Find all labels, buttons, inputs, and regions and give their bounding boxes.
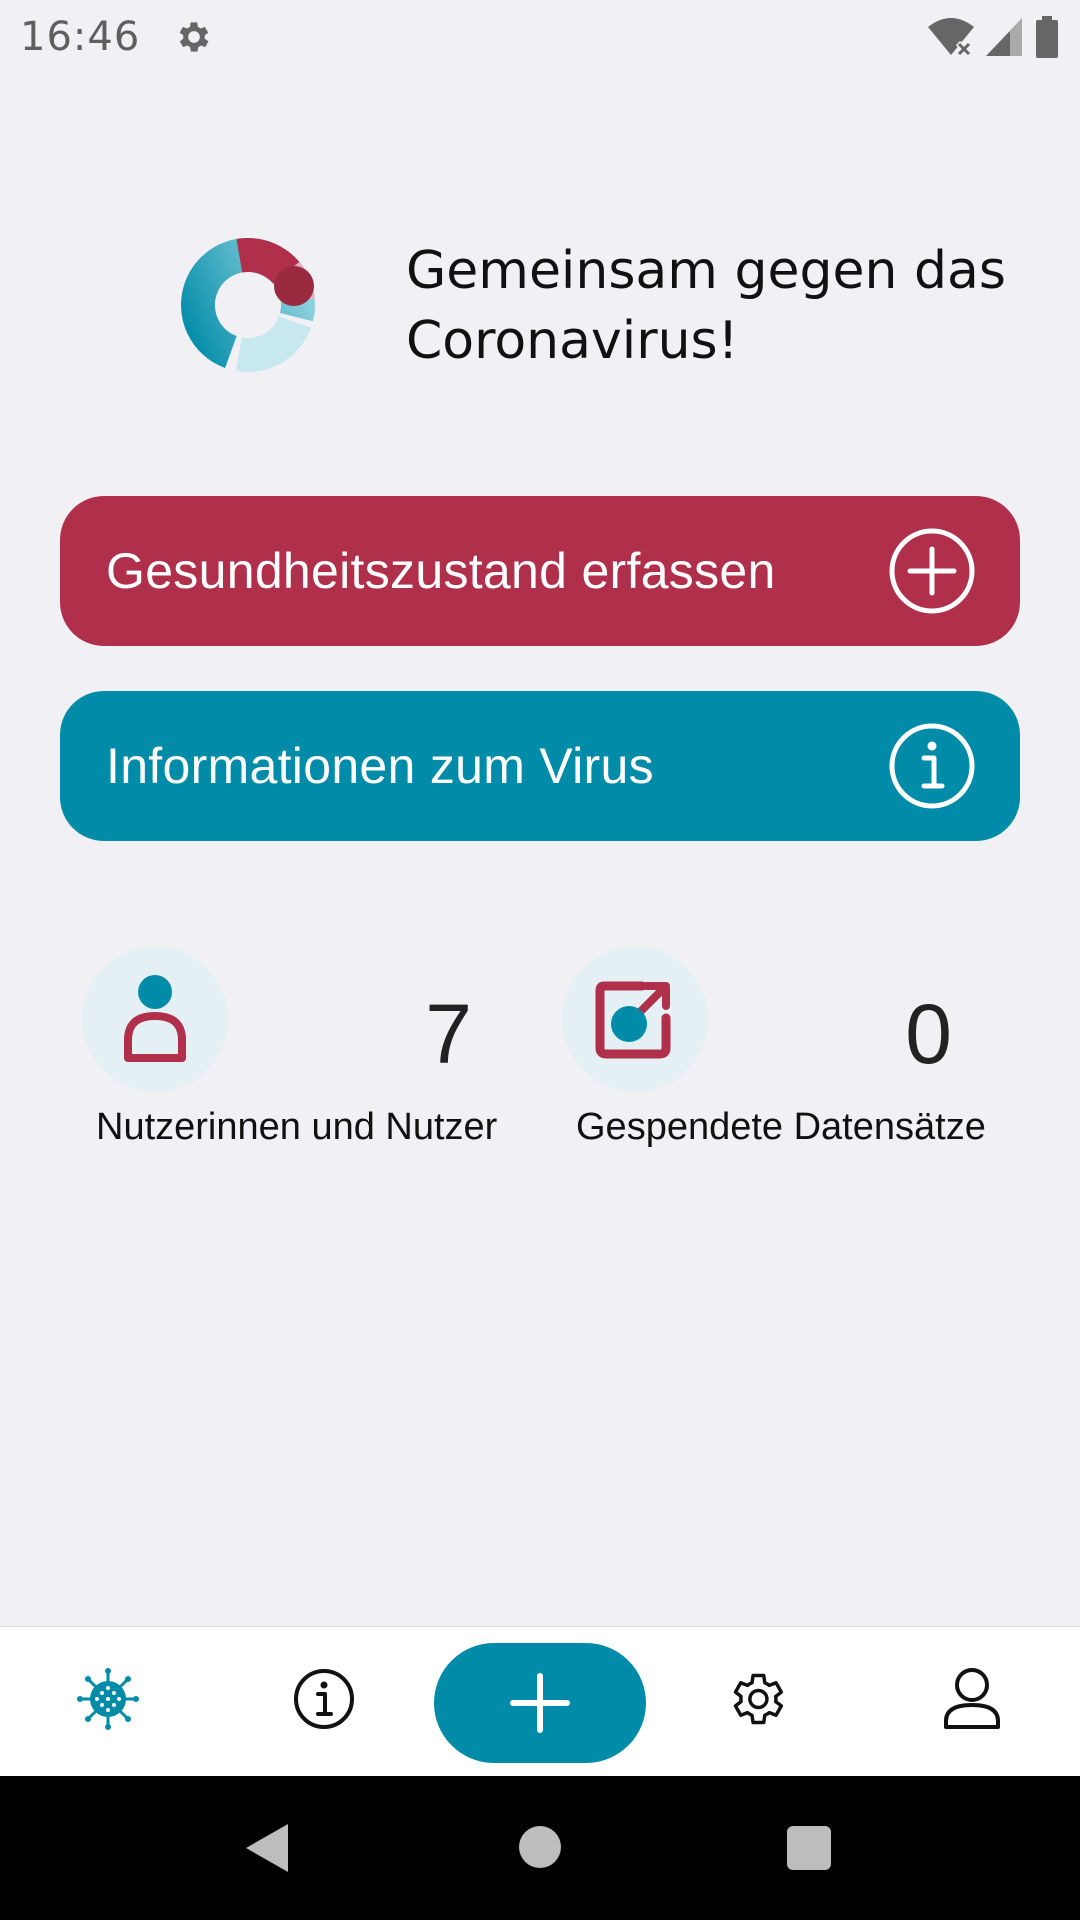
- virus-info-button[interactable]: Informationen zum Virus: [60, 691, 1020, 841]
- users-icon-circle: [82, 946, 228, 1092]
- wifi-off-icon: [928, 18, 974, 57]
- donate-icon: [595, 981, 671, 1059]
- donated-label: Gespendete Datensätze: [576, 1106, 986, 1148]
- record-health-label: Gesundheitszustand erfassen: [106, 543, 776, 599]
- nav-add-button[interactable]: [434, 1643, 646, 1763]
- signal-icon: [986, 18, 1022, 56]
- hero: Gemeinsam gegen das Coronavirus!: [178, 236, 1028, 376]
- nav-profile[interactable]: [936, 1663, 1008, 1735]
- back-icon[interactable]: [244, 1822, 290, 1874]
- donated-icon-circle: [562, 946, 708, 1092]
- donated-count: 0: [905, 987, 952, 1081]
- user-icon: [944, 1668, 1000, 1729]
- donated-stat: 0 Gespendete Datensätze: [562, 946, 992, 1166]
- users-count: 7: [425, 987, 472, 1081]
- nav-info[interactable]: [288, 1663, 360, 1735]
- status-icons: [928, 16, 1060, 58]
- home-icon[interactable]: [519, 1826, 561, 1868]
- users-label: Nutzerinnen und Nutzer: [96, 1106, 498, 1148]
- status-time: 16:46: [20, 14, 141, 60]
- users-stat: 7 Nutzerinnen und Nutzer: [82, 946, 512, 1166]
- gear-icon: [733, 1673, 784, 1725]
- recents-icon[interactable]: [787, 1826, 831, 1870]
- system-nav-bar: [0, 1776, 1080, 1920]
- battery-icon: [1036, 16, 1058, 58]
- settings-icon: [179, 22, 209, 52]
- nav-home[interactable]: [72, 1663, 144, 1735]
- app-logo: [180, 238, 315, 372]
- info-circle-icon: [889, 723, 975, 809]
- status-bar: 16:46: [0, 0, 1080, 74]
- plus-circle-icon: [889, 528, 975, 614]
- info-icon: [294, 1669, 354, 1729]
- add-icon: [510, 1673, 570, 1733]
- page-title: Gemeinsam gegen das Coronavirus!: [406, 241, 1006, 371]
- nav-settings[interactable]: [720, 1663, 792, 1735]
- virus-icon: [77, 1668, 139, 1730]
- virus-info-label: Informationen zum Virus: [106, 738, 654, 794]
- bottom-nav: [0, 1626, 1080, 1776]
- record-health-button[interactable]: Gesundheitszustand erfassen: [60, 496, 1020, 646]
- person-icon: [124, 975, 186, 1062]
